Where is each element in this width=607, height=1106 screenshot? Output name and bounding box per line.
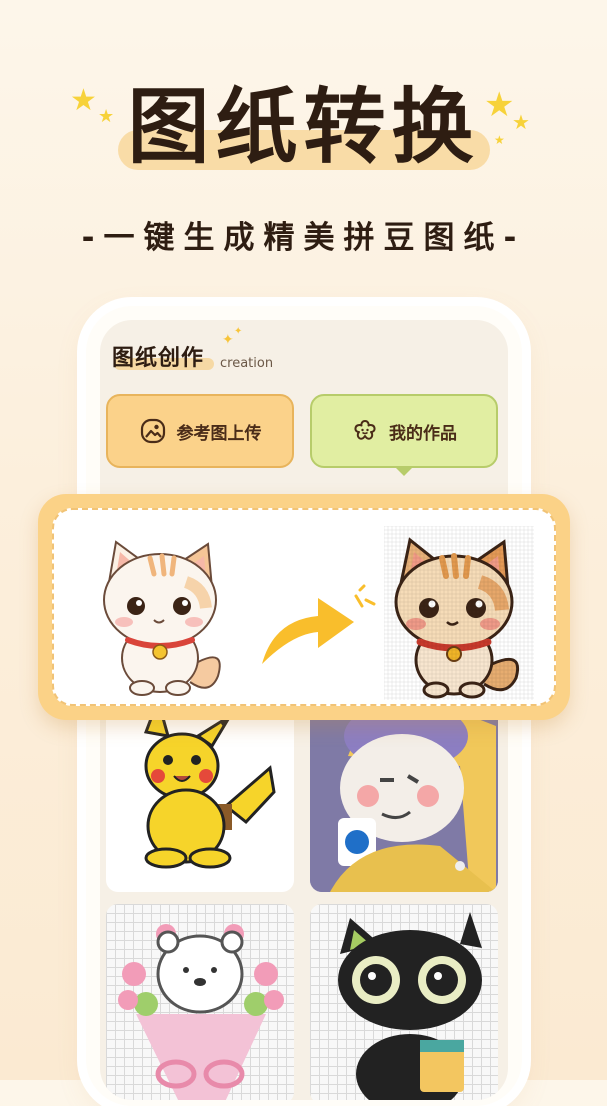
creation-subtitle: creation xyxy=(220,356,274,371)
pikachu-pattern-image xyxy=(143,696,276,869)
pikachu-pattern-tile[interactable] xyxy=(106,696,294,892)
star-icon: ★ xyxy=(494,133,505,147)
creation-title: 图纸创作 xyxy=(112,346,205,371)
star-icon: ★ xyxy=(70,83,97,118)
upload-reference-button[interactable]: 参考图上传 xyxy=(106,394,294,468)
conversion-preview-inner xyxy=(52,508,556,706)
arrow-right-icon xyxy=(262,584,376,664)
bear-bouquet-pattern-image xyxy=(118,924,284,1100)
my-works-button[interactable]: 我的作品 xyxy=(310,394,498,476)
bear-bouquet-pattern-tile[interactable] xyxy=(106,904,294,1100)
black-cat-pattern-image xyxy=(338,912,482,1100)
girl-with-pearl-earring-pattern-tile[interactable] xyxy=(310,696,498,892)
conversion-preview-card xyxy=(38,494,570,720)
star-icon: ✦ xyxy=(222,332,234,348)
star-icon: ★ xyxy=(484,85,515,125)
upload-button-label: 参考图上传 xyxy=(176,423,262,444)
pearl-earring-pattern-image xyxy=(310,696,498,892)
star-icon: ★ xyxy=(98,106,115,127)
image-upload-icon xyxy=(140,418,165,444)
cat-bead-pattern-image xyxy=(384,526,534,700)
black-cat-pattern-tile[interactable] xyxy=(310,904,498,1100)
star-icon: ✦ xyxy=(234,326,243,337)
flower-icon xyxy=(354,420,376,440)
star-icon: ★ xyxy=(512,110,530,134)
works-button-label: 我的作品 xyxy=(389,423,457,444)
page-subtitle: -一键生成精美拼豆图纸- xyxy=(81,220,526,256)
cat-illustration-image xyxy=(103,540,221,696)
